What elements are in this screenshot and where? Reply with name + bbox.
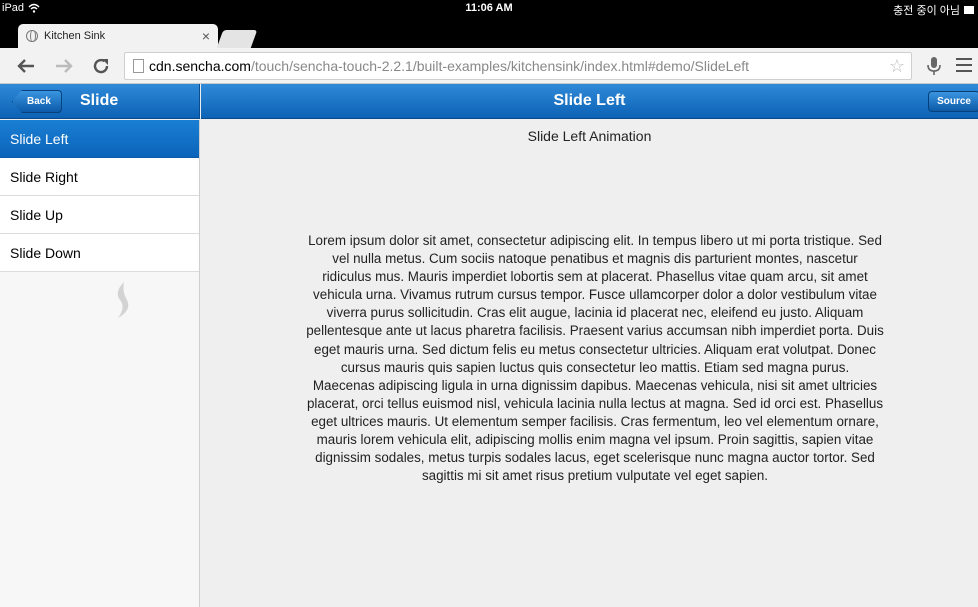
source-button[interactable]: Source: [928, 91, 978, 112]
url-field[interactable]: cdn.sencha.com/touch/sencha-touch-2.2.1/…: [124, 52, 912, 80]
menu-icon[interactable]: [956, 58, 972, 72]
globe-icon: [26, 30, 38, 42]
tab-strip: Kitchen Sink ×: [0, 18, 978, 48]
clock: 11:06 AM: [465, 2, 513, 14]
back-arrow-icon[interactable]: [16, 58, 36, 74]
microphone-icon[interactable]: [924, 55, 944, 77]
battery-icon: [964, 6, 974, 14]
forward-arrow-icon[interactable]: [54, 58, 74, 74]
nav-list: Slide Left Slide Right Slide Up Slide Do…: [0, 120, 200, 607]
list-item-slide-left[interactable]: Slide Left: [0, 120, 199, 158]
battery-status-text: 충전 중이 아님: [893, 5, 960, 17]
content-heading: Slide Left Animation: [527, 128, 652, 144]
page-icon: [133, 59, 144, 73]
detail-toolbar: Slide Left Source: [201, 84, 978, 119]
tab-close-button[interactable]: ×: [202, 28, 210, 44]
tab-title: Kitchen Sink: [44, 30, 106, 42]
content-body: Lorem ipsum dolor sit amet, consectetur …: [306, 232, 884, 485]
content-panel: Slide Left Animation Lorem ipsum dolor s…: [201, 120, 978, 607]
kitchen-sink-app: Back Slide Slide Left Source Slide Left …: [0, 84, 978, 607]
sencha-logo-icon: [117, 282, 129, 318]
nav-toolbar: Back Slide: [0, 84, 200, 119]
star-icon[interactable]: ☆: [889, 53, 905, 79]
page-title: Slide Left: [553, 92, 626, 109]
nav-title: Slide: [80, 92, 119, 109]
url-domain: cdn.sencha.com: [149, 58, 251, 74]
new-tab-button[interactable]: [216, 30, 258, 48]
browser-tab[interactable]: Kitchen Sink ×: [18, 24, 218, 48]
list-item-slide-right[interactable]: Slide Right: [0, 158, 199, 196]
back-button[interactable]: Back: [12, 90, 62, 113]
list-item-slide-down[interactable]: Slide Down: [0, 234, 199, 272]
status-bar: iPad 11:06 AM 충전 중이 아님: [0, 0, 978, 18]
status-right: 충전 중이 아님: [893, 2, 974, 18]
paragraph: Lorem ipsum dolor sit amet, consectetur …: [306, 233, 884, 375]
list-item-slide-up[interactable]: Slide Up: [0, 196, 199, 234]
url-path: /touch/sencha-touch-2.2.1/built-examples…: [250, 58, 750, 74]
reload-icon[interactable]: [92, 57, 110, 75]
address-bar-row: cdn.sencha.com/touch/sencha-touch-2.2.1/…: [0, 48, 978, 84]
paragraph: Maecenas adipiscing ligula in urna digni…: [306, 377, 884, 484]
